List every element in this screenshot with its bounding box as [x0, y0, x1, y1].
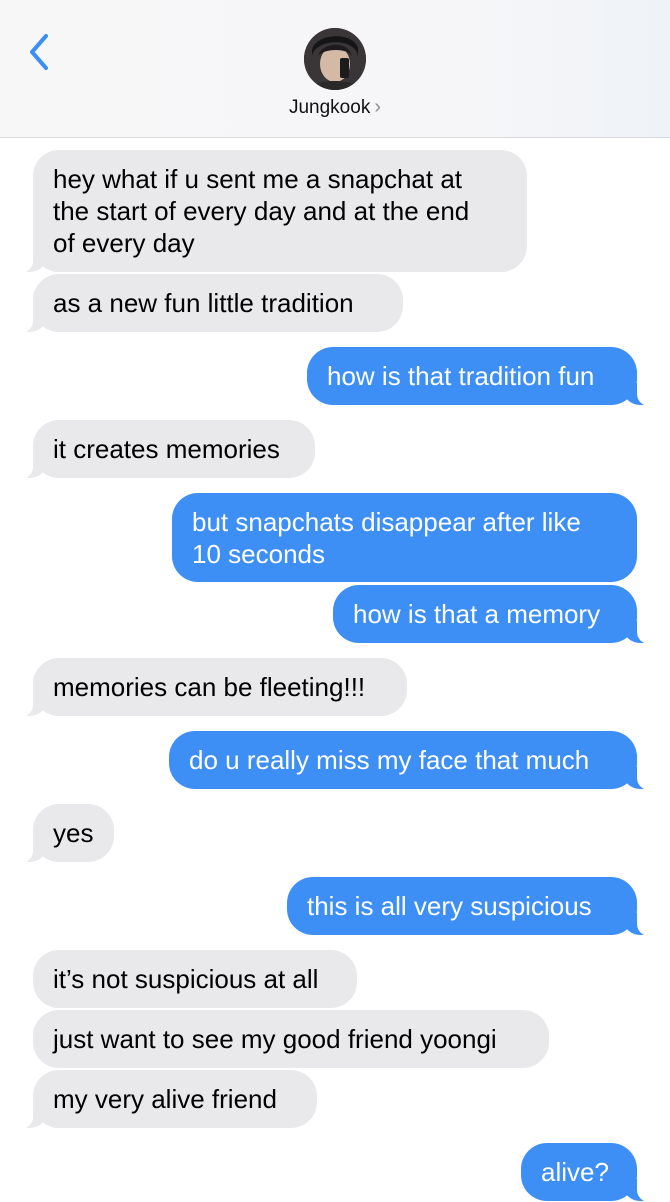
incoming-message-bubble[interactable]: yes: [7, 804, 114, 863]
message-list[interactable]: hey what if u sent me a snapchat at the …: [0, 138, 670, 1202]
contact-name-label: Jungkook: [288, 97, 371, 118]
message-row: it creates memories: [0, 420, 670, 479]
message-row: it’s not suspicious at all: [0, 950, 670, 1008]
incoming-message-bubble[interactable]: it creates memories: [7, 420, 315, 479]
incoming-message-bubble[interactable]: my very alive friend: [7, 1070, 317, 1129]
message-row: how is that tradition fun: [0, 347, 670, 406]
message-row: hey what if u sent me a snapchat at the …: [0, 150, 670, 273]
message-row: memories can be fleeting!!!: [0, 658, 670, 717]
incoming-message-bubble[interactable]: hey what if u sent me a snapchat at the …: [7, 150, 527, 273]
conversation-header: Jungkook ›: [0, 0, 670, 138]
outgoing-message-bubble[interactable]: alive?: [521, 1143, 663, 1202]
contact-name-button[interactable]: Jungkook ›: [0, 96, 670, 119]
incoming-message-bubble[interactable]: it’s not suspicious at all: [33, 950, 357, 1008]
back-button[interactable]: [22, 30, 58, 74]
chevron-left-icon: [30, 34, 48, 70]
outgoing-message-bubble[interactable]: how is that a memory: [333, 585, 663, 644]
message-row: as a new fun little tradition: [0, 274, 670, 333]
chevron-right-icon: ›: [374, 96, 381, 118]
message-row: do u really miss my face that much: [0, 731, 670, 790]
incoming-message-bubble[interactable]: memories can be fleeting!!!: [7, 658, 407, 717]
message-row: alive?: [0, 1143, 670, 1202]
incoming-message-bubble[interactable]: just want to see my good friend yoongi: [33, 1010, 549, 1068]
message-row: this is all very suspicious: [0, 877, 670, 936]
message-row: how is that a memory: [0, 585, 670, 644]
outgoing-message-bubble[interactable]: this is all very suspicious: [287, 877, 663, 936]
message-row: yes: [0, 804, 670, 863]
incoming-message-bubble[interactable]: as a new fun little tradition: [7, 274, 403, 333]
contact-avatar[interactable]: [304, 28, 366, 90]
outgoing-message-bubble[interactable]: how is that tradition fun: [307, 347, 663, 406]
outgoing-message-bubble[interactable]: do u really miss my face that much: [169, 731, 663, 790]
message-row: but snapchats disappear after like 10 se…: [0, 493, 670, 582]
message-row: just want to see my good friend yoongi: [0, 1010, 670, 1068]
message-row: my very alive friend: [0, 1070, 670, 1129]
avatar-photo-icon: [304, 28, 366, 90]
outgoing-message-bubble[interactable]: but snapchats disappear after like 10 se…: [172, 493, 637, 582]
